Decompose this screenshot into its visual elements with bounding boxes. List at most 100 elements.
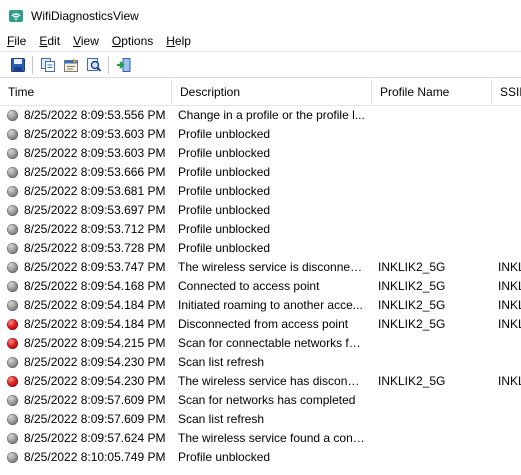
menu-file[interactable]: File <box>0 32 32 51</box>
table-row[interactable]: 8/25/2022 8:09:53.712 PM Profile unblocke… <box>0 220 521 239</box>
description-cell: Profile unblocked <box>178 184 271 198</box>
table-row[interactable]: 8/25/2022 8:09:53.603 PM Profile unblocke… <box>0 144 521 163</box>
time-text: 8/25/2022 8:09:53.603 PM <box>24 146 166 160</box>
description-cell: Profile unblocked <box>178 203 271 217</box>
description-cell: Disconnected from access point <box>178 317 349 331</box>
title-bar: WifiDiagnosticsView <box>0 0 521 32</box>
status-dot-icon <box>7 205 18 216</box>
status-dot-icon <box>7 148 18 159</box>
time-text: 8/25/2022 8:10:05.749 PM <box>24 450 166 464</box>
status-dot-icon <box>7 357 18 368</box>
status-dot-icon <box>7 110 18 121</box>
table-row[interactable]: 8/25/2022 8:09:53.681 PM Profile unblocke… <box>0 182 521 201</box>
properties-icon[interactable] <box>60 54 82 76</box>
save-icon[interactable] <box>7 54 29 76</box>
time-cell: 8/25/2022 8:09:53.697 PM <box>0 201 172 220</box>
menu-options[interactable]: Options <box>105 32 159 51</box>
time-text: 8/25/2022 8:09:53.728 PM <box>24 241 166 255</box>
table-row[interactable]: 8/25/2022 8:09:53.603 PM Profile unblocke… <box>0 125 521 144</box>
time-cell: 8/25/2022 8:09:57.609 PM <box>0 410 172 429</box>
status-dot-icon <box>7 167 18 178</box>
description-cell: Connected to access point <box>178 279 320 293</box>
table-row[interactable]: 8/25/2022 8:09:57.624 PM The wireless ser… <box>0 429 521 448</box>
column-header-profile-name[interactable]: Profile Name <box>372 79 492 105</box>
time-text: 8/25/2022 8:09:53.697 PM <box>24 203 166 217</box>
table-body: 8/25/2022 8:09:53.556 PM Change in a prof… <box>0 106 521 467</box>
column-header-time[interactable]: Time <box>0 79 172 105</box>
table-row[interactable]: 8/25/2022 8:09:54.230 PM Scan list refres… <box>0 353 521 372</box>
toolbar <box>0 51 521 78</box>
table-row[interactable]: 8/25/2022 8:09:53.556 PM Change in a prof… <box>0 106 521 125</box>
profile-name-cell: INKLIK2_5G <box>378 374 446 388</box>
time-cell: 8/25/2022 8:09:54.215 PM <box>0 334 172 353</box>
status-dot-icon <box>7 300 18 311</box>
table-row[interactable]: 8/25/2022 8:09:54.168 PM Connected to acc… <box>0 277 521 296</box>
time-cell: 8/25/2022 8:09:53.728 PM <box>0 239 172 258</box>
status-dot-icon <box>7 186 18 197</box>
time-text: 8/25/2022 8:09:54.230 PM <box>24 355 166 369</box>
time-text: 8/25/2022 8:09:57.609 PM <box>24 412 166 426</box>
status-dot-icon <box>7 262 18 273</box>
table-row[interactable]: 8/25/2022 8:09:54.184 PM Disconnected fro… <box>0 315 521 334</box>
time-cell: 8/25/2022 8:09:53.747 PM <box>0 258 172 277</box>
ssid-cell: INKL <box>498 317 521 331</box>
description-cell: Initiated roaming to another acce... <box>178 298 363 312</box>
table-row[interactable]: 8/25/2022 8:09:53.666 PM Profile unblocke… <box>0 163 521 182</box>
exit-icon[interactable] <box>113 54 135 76</box>
time-cell: 8/25/2022 8:09:53.603 PM <box>0 144 172 163</box>
toolbar-separator <box>108 55 109 74</box>
table-row[interactable]: 8/25/2022 8:09:53.747 PM The wireless ser… <box>0 258 521 277</box>
status-dot-icon <box>7 129 18 140</box>
time-cell: 8/25/2022 8:09:54.184 PM <box>0 296 172 315</box>
time-text: 8/25/2022 8:09:53.747 PM <box>24 260 166 274</box>
status-dot-icon <box>7 395 18 406</box>
menu-help[interactable]: Help <box>159 32 197 51</box>
wifi-app-icon <box>8 8 24 24</box>
time-cell: 8/25/2022 8:09:53.603 PM <box>0 125 172 144</box>
events-table[interactable]: Time Description Profile Name SSID 8/25/… <box>0 79 521 475</box>
menu-edit[interactable]: Edit <box>32 32 66 51</box>
time-cell: 8/25/2022 8:09:53.712 PM <box>0 220 172 239</box>
table-row[interactable]: 8/25/2022 8:09:53.728 PM Profile unblocke… <box>0 239 521 258</box>
description-cell: The wireless service is disconnecti... <box>178 260 372 274</box>
profile-name-cell: INKLIK2_5G <box>378 260 446 274</box>
time-cell: 8/25/2022 8:09:57.609 PM <box>0 391 172 410</box>
table-row[interactable]: 8/25/2022 8:09:57.609 PM Scan for network… <box>0 391 521 410</box>
column-header-ssid[interactable]: SSID <box>492 79 521 105</box>
find-icon[interactable] <box>83 54 105 76</box>
column-header-description[interactable]: Description <box>172 79 372 105</box>
time-cell: 8/25/2022 8:09:53.681 PM <box>0 182 172 201</box>
table-row[interactable]: 8/25/2022 8:09:54.215 PM Scan for connect… <box>0 334 521 353</box>
status-dot-icon <box>7 376 18 387</box>
description-cell: Change in a profile or the profile l... <box>178 108 365 122</box>
status-dot-icon <box>7 414 18 425</box>
menu-view[interactable]: View <box>66 32 105 51</box>
copy-icon[interactable] <box>37 54 59 76</box>
description-cell: Profile unblocked <box>178 222 271 236</box>
time-cell: 8/25/2022 8:09:57.624 PM <box>0 429 172 448</box>
status-dot-icon <box>7 224 18 235</box>
time-text: 8/25/2022 8:09:54.184 PM <box>24 317 166 331</box>
table-row[interactable]: 8/25/2022 8:09:53.697 PM Profile unblocke… <box>0 201 521 220</box>
description-cell: Scan for connectable networks fai... <box>178 336 369 350</box>
status-dot-icon <box>7 319 18 330</box>
ssid-cell: INKL <box>498 374 521 388</box>
description-cell: Profile unblocked <box>178 127 271 141</box>
description-cell: Scan list refresh <box>178 355 265 369</box>
profile-name-cell: INKLIK2_5G <box>378 298 446 312</box>
menu-bar: File Edit View Options Help <box>0 32 521 51</box>
description-cell: Scan for networks has completed <box>178 393 356 407</box>
status-dot-icon <box>7 338 18 349</box>
time-cell: 8/25/2022 8:09:54.184 PM <box>0 315 172 334</box>
ssid-cell: INKL <box>498 279 521 293</box>
time-text: 8/25/2022 8:09:54.230 PM <box>24 374 166 388</box>
table-row[interactable]: 8/25/2022 8:09:54.184 PM Initiated roamin… <box>0 296 521 315</box>
description-cell: Profile unblocked <box>178 450 271 464</box>
time-cell: 8/25/2022 8:09:53.556 PM <box>0 106 172 125</box>
table-row[interactable]: 8/25/2022 8:10:05.749 PM Profile unblocke… <box>0 448 521 467</box>
ssid-cell: INKL <box>498 298 521 312</box>
description-cell: The wireless service has disconne... <box>178 374 371 388</box>
table-row[interactable]: 8/25/2022 8:09:57.609 PM Scan list refres… <box>0 410 521 429</box>
status-dot-icon <box>7 243 18 254</box>
table-row[interactable]: 8/25/2022 8:09:54.230 PM The wireless ser… <box>0 372 521 391</box>
